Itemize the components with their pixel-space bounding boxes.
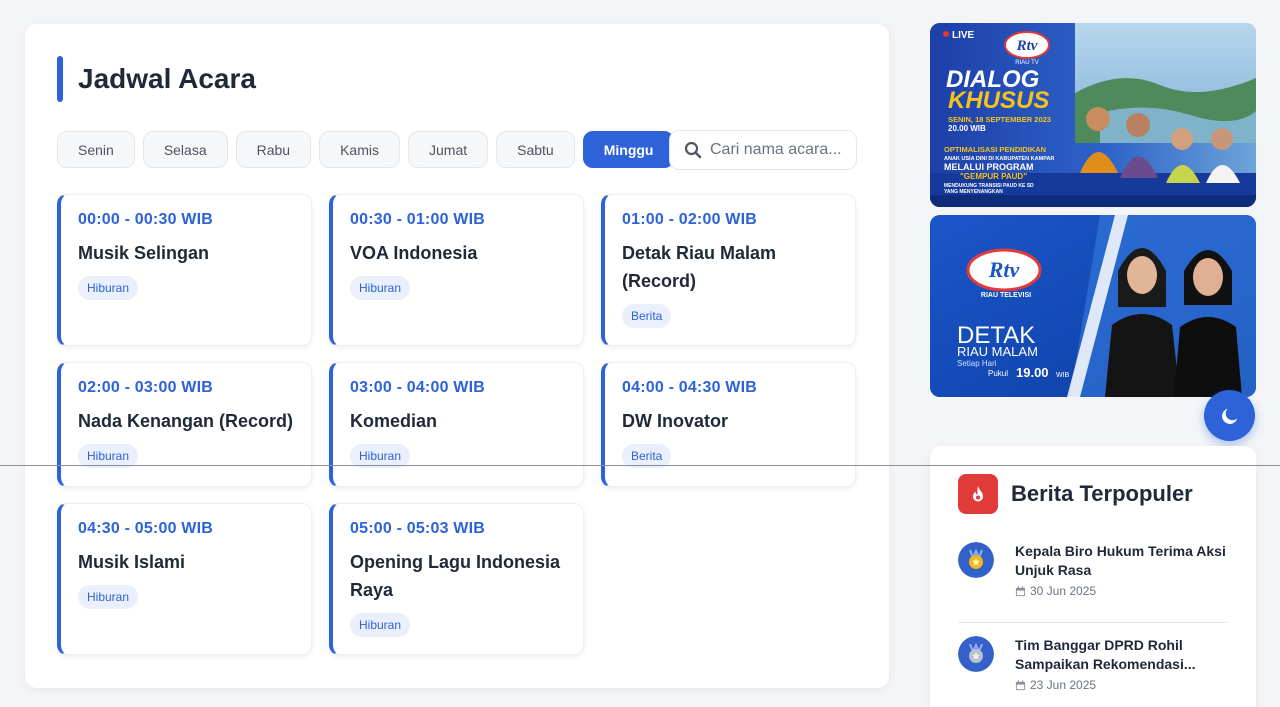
page: Jadwal Acara Senin Selasa Rabu Kamis Jum… [0,0,1280,707]
svg-text:Rtv: Rtv [1016,38,1038,54]
program-name: DW Inovator [622,411,728,431]
detak-riau-malam-banner[interactable]: Rtv RIAU TELEVISI DETAK RIAU MALAM Setia… [930,215,1256,397]
program-name: VOA Indonesia [350,243,478,263]
program-card[interactable]: 00:30 - 01:00 WIB VOA Indonesia Hiburan [329,194,584,346]
program-time: 04:30 - 05:00 WIB [78,520,214,537]
tab-jumat[interactable]: Jumat [408,131,489,168]
tab-rabu[interactable]: Rabu [235,131,312,168]
calendar-icon [1015,585,1026,596]
medal-icon [958,542,994,578]
horizontal-rule [0,465,1280,466]
tab-kamis[interactable]: Kamis [319,131,400,168]
tab-selasa[interactable]: Selasa [142,131,228,168]
program-card[interactable]: 01:00 - 02:00 WIB Detak Riau Malam (Reco… [601,194,856,346]
dark-mode-toggle[interactable] [1204,390,1255,441]
news-title: Tim Banggar DPRD Rohil Sampaikan Rekomen… [1015,637,1196,672]
program-time: 05:00 - 05:03 WIB [350,520,486,537]
fire-icon [958,474,998,514]
svg-text:Pukul: Pukul [988,369,1008,378]
svg-text:SENIN, 18 SEPTEMBER 2023: SENIN, 18 SEPTEMBER 2023 [948,115,1051,124]
news-date-text: 30 Jun 2025 [1030,584,1097,598]
program-time: 02:00 - 03:00 WIB [78,379,214,396]
banner-artwork: LIVE Rtv RIAU TV DIALOG KHUSUS SENIN, 18… [930,23,1256,207]
category-badge: Hiburan [78,585,139,609]
news-title: Kepala Biro Hukum Terima Aksi Unjuk Rasa [1015,543,1226,578]
schedule-card: Jadwal Acara Senin Selasa Rabu Kamis Jum… [25,24,889,688]
category-badge: Berita [622,304,672,328]
search-input[interactable] [710,141,850,159]
svg-text:MELALUI PROGRAM: MELALUI PROGRAM [944,162,1034,172]
program-time: 00:00 - 00:30 WIB [78,211,214,228]
svg-text:Rtv: Rtv [988,257,1020,282]
program-time: 01:00 - 02:00 WIB [622,211,758,228]
program-name: Detak Riau Malam (Record) [622,243,777,291]
program-name: Nada Kenangan (Record) [78,411,294,431]
popular-news-card: Berita Terpopuler Kepala Biro Hukum Teri… [930,446,1256,707]
calendar-icon [1015,679,1026,690]
news-date: 30 Jun 2025 [1015,584,1228,598]
svg-text:Setiap Hari: Setiap Hari [957,359,997,368]
program-time: 04:00 - 04:30 WIB [622,379,758,396]
schedule-header: Jadwal Acara [57,56,256,102]
svg-text:KHUSUS: KHUSUS [948,87,1049,114]
category-badge: Hiburan [350,613,411,637]
popular-title: Berita Terpopuler [1011,481,1193,506]
search-box [669,130,857,170]
program-card[interactable]: 03:00 - 04:00 WIB Komedian Hiburan [329,362,584,487]
svg-text:20.00 WIB: 20.00 WIB [948,124,986,133]
program-card[interactable]: 04:30 - 05:00 WIB Musik Islami Hiburan [57,503,312,655]
dialog-khusus-banner[interactable]: LIVE Rtv RIAU TV DIALOG KHUSUS SENIN, 18… [930,23,1256,207]
search-icon [684,141,702,159]
program-name: Musik Islami [78,552,186,572]
banner-artwork: Rtv RIAU TELEVISI DETAK RIAU MALAM Setia… [930,215,1256,397]
program-card[interactable]: 00:00 - 00:30 WIB Musik Selingan Hiburan [57,194,312,346]
program-time: 03:00 - 04:00 WIB [350,379,486,396]
title-accent-bar [57,56,63,102]
svg-text:"GEMPUR PAUD": "GEMPUR PAUD" [960,172,1027,181]
news-item[interactable]: Tim Banggar DPRD Rohil Sampaikan Rekomen… [958,636,1228,692]
day-tabs: Senin Selasa Rabu Kamis Jumat Sabtu Ming… [57,131,675,168]
program-card[interactable]: 02:00 - 03:00 WIB Nada Kenangan (Record)… [57,362,312,487]
program-card[interactable]: 04:00 - 04:30 WIB DW Inovator Berita [601,362,856,487]
category-badge: Hiburan [78,276,139,300]
program-card[interactable]: 05:00 - 05:03 WIB Opening Lagu Indonesia… [329,503,584,655]
svg-text:YANG MENYENANGKAN: YANG MENYENANGKAN [944,189,1003,195]
news-date: 23 Jun 2025 [1015,678,1228,692]
medal-icon [958,636,994,672]
svg-text:19.00: 19.00 [1016,365,1049,380]
program-name: Komedian [350,411,438,431]
news-date-text: 23 Jun 2025 [1030,678,1097,692]
program-name: Opening Lagu Indonesia Raya [350,552,561,600]
tab-minggu[interactable]: Minggu [582,131,675,168]
svg-text:RIAU TELEVISI: RIAU TELEVISI [981,292,1031,299]
svg-text:RIAU MALAM: RIAU MALAM [957,344,1038,359]
category-badge: Hiburan [350,276,411,300]
svg-text:OPTIMALISASI PENDIDIKAN: OPTIMALISASI PENDIDIKAN [944,145,1046,154]
news-item[interactable]: Kepala Biro Hukum Terima Aksi Unjuk Rasa… [958,542,1228,598]
program-time: 00:30 - 01:00 WIB [350,211,486,228]
svg-text:WIB: WIB [1056,372,1070,379]
live-label: LIVE [952,30,975,41]
moon-icon [1221,408,1237,424]
divider [958,622,1228,623]
program-name: Musik Selingan [78,243,210,263]
tab-sabtu[interactable]: Sabtu [496,131,575,168]
page-title: Jadwal Acara [78,63,256,94]
tab-senin[interactable]: Senin [57,131,135,168]
popular-header: Berita Terpopuler [958,474,1193,514]
